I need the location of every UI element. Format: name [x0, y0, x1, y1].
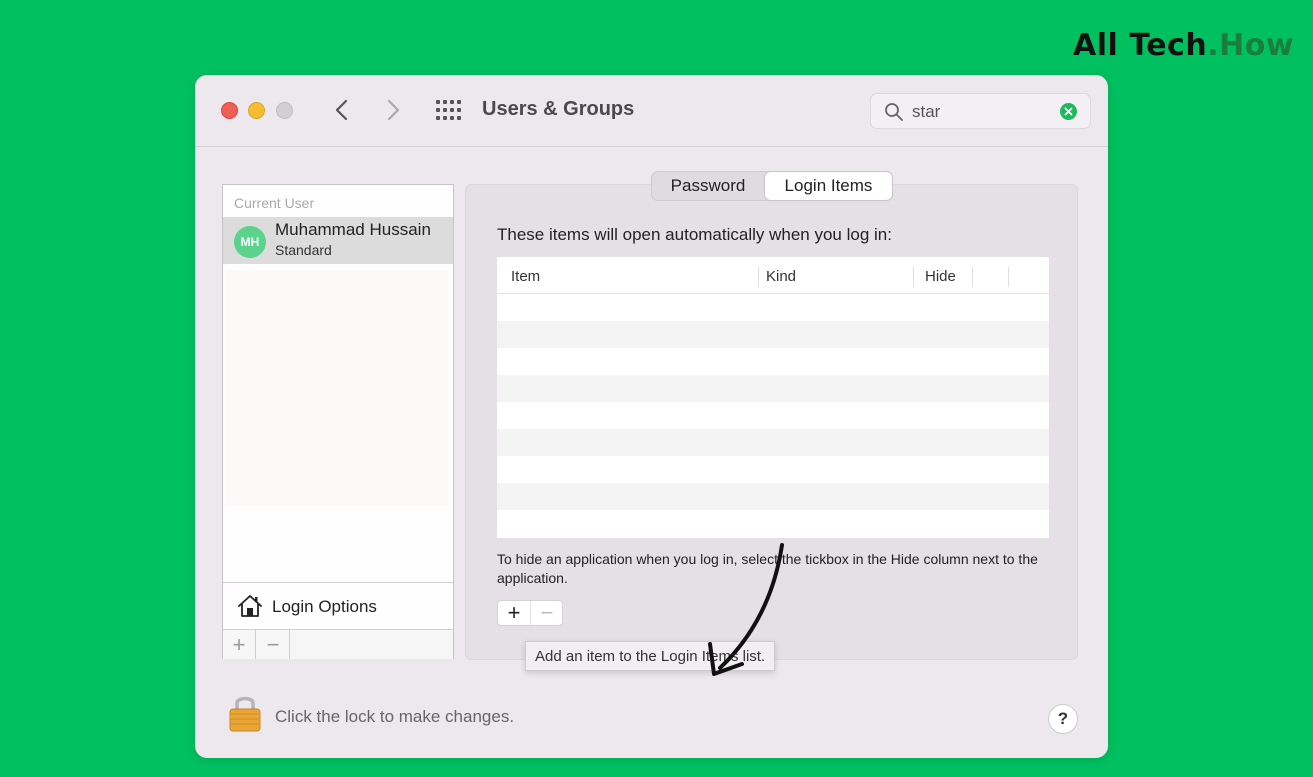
back-icon: [335, 99, 348, 121]
column-divider: [913, 267, 914, 287]
table-row: [497, 402, 1049, 429]
close-button[interactable]: [221, 102, 238, 119]
hide-hint-text: To hide an application when you log in, …: [497, 551, 1038, 586]
login-options-label: Login Options: [272, 597, 377, 616]
system-preferences-window: Users & Groups star Current User MH Muha…: [195, 75, 1108, 758]
add-login-item-button[interactable]: +: [498, 600, 531, 625]
show-all-button[interactable]: [435, 99, 461, 123]
current-user-label: Current User: [234, 195, 315, 211]
table-row: [497, 510, 1049, 537]
minimize-button[interactable]: [248, 102, 265, 119]
table-row: [497, 321, 1049, 348]
search-icon: [885, 103, 903, 121]
users-list-panel: Current User MH Muhammad Hussain Standar…: [222, 184, 454, 659]
user-name: Muhammad Hussain: [275, 220, 431, 239]
table-row: [497, 429, 1049, 456]
column-divider: [1008, 267, 1009, 287]
search-input[interactable]: star: [912, 102, 940, 122]
table-row: [497, 456, 1049, 483]
login-items-table[interactable]: Item Kind Hide: [497, 257, 1049, 538]
login-options-item[interactable]: Login Options: [223, 582, 453, 630]
title-bar: Users & Groups star: [195, 75, 1108, 147]
zoom-button[interactable]: [276, 102, 293, 119]
lock-icon[interactable]: [228, 692, 262, 732]
remove-user-button[interactable]: −: [257, 630, 290, 659]
user-row-selected[interactable]: MH Muhammad Hussain Standard: [223, 217, 453, 264]
window-title: Users & Groups: [482, 98, 635, 120]
login-items-intro: These items will open automatically when…: [497, 225, 892, 244]
column-kind[interactable]: Kind: [766, 268, 796, 285]
remove-login-item-button[interactable]: −: [531, 600, 563, 625]
avatar: MH: [234, 226, 266, 258]
clear-search-button[interactable]: [1060, 103, 1077, 120]
forward-icon: [387, 99, 400, 121]
forward-button[interactable]: [379, 96, 407, 124]
brand-logo: All Tech.How: [1073, 28, 1294, 63]
column-divider: [972, 267, 973, 287]
table-row: [497, 375, 1049, 402]
tab-password[interactable]: Password: [652, 172, 764, 200]
tab-bar: Password Login Items: [651, 171, 893, 201]
table-row: [497, 483, 1049, 510]
users-list-empty-area: [226, 270, 448, 506]
help-button[interactable]: ?: [1048, 704, 1078, 734]
clear-icon: [1064, 107, 1073, 116]
home-icon: [238, 595, 262, 617]
table-header: Item Kind Hide: [497, 257, 1049, 294]
brand-main: All Tech: [1073, 28, 1208, 63]
add-item-tooltip: Add an item to the Login Items list.: [525, 641, 776, 671]
user-role: Standard: [275, 242, 332, 258]
login-items-add-remove: + −: [497, 600, 563, 626]
grid-icon: [436, 100, 461, 120]
user-add-remove-bar: + −: [223, 629, 453, 659]
lock-status-text: Click the lock to make changes.: [275, 707, 515, 726]
table-row: [497, 348, 1049, 375]
back-button[interactable]: [328, 96, 356, 124]
search-field[interactable]: star: [870, 93, 1091, 129]
table-row: [497, 294, 1049, 321]
column-hide[interactable]: Hide: [925, 268, 956, 285]
column-item[interactable]: Item: [511, 268, 540, 285]
add-user-button[interactable]: +: [223, 630, 256, 659]
brand-suffix: .How: [1207, 28, 1295, 63]
column-divider: [758, 267, 759, 287]
tab-login-items[interactable]: Login Items: [765, 172, 892, 200]
